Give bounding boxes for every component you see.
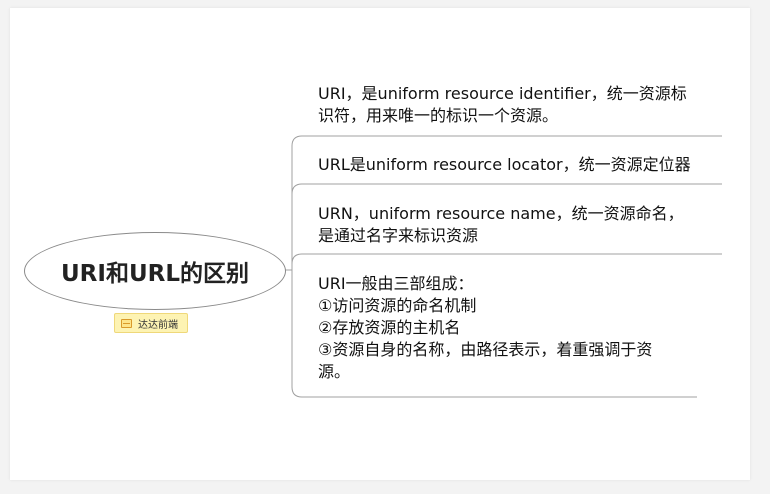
branch-text-line: 识符，用来唯一的标识一个资源。 — [318, 106, 559, 125]
branch-topic-urn[interactable]: URN，uniform resource name，统一资源命名， 是通过名字来… — [318, 203, 684, 247]
branch-topic-uri-parts[interactable]: URI一般由三部组成： ①访问资源的命名机制 ②存放资源的主机名 ③资源自身的名… — [318, 273, 652, 383]
branch-text-line: 是通过名字来标识资源 — [318, 226, 479, 245]
branch-topic-uri[interactable]: URI，是uniform resource identifier，统一资源标 识… — [318, 83, 687, 127]
root-topic-title: URI和URL的区别 — [61, 261, 249, 287]
branch-text-line: URI，是uniform resource identifier，统一资源标 — [318, 84, 687, 103]
branch-text-line: ③资源自身的名称，由路径表示，着重强调于资 — [318, 340, 653, 359]
note-icon — [121, 318, 132, 328]
connector-branch-3 — [291, 253, 722, 270]
branch-text-line: URL是uniform resource locator，统一资源定位器 — [318, 155, 691, 174]
branch-text-line: URI一般由三部组成： — [318, 274, 474, 293]
label-tag[interactable]: 达达前端 — [114, 313, 188, 333]
branch-text-line: ①访问资源的命名机制 — [318, 296, 477, 315]
label-tag-text: 达达前端 — [138, 319, 178, 331]
branch-topic-url[interactable]: URL是uniform resource locator，统一资源定位器 — [318, 154, 691, 176]
branch-text-line: ②存放资源的主机名 — [318, 318, 461, 337]
branch-text-line: 源。 — [318, 362, 351, 381]
root-topic[interactable]: URI和URL的区别 — [24, 232, 286, 310]
branch-text-line: URN，uniform resource name，统一资源命名， — [318, 204, 684, 223]
